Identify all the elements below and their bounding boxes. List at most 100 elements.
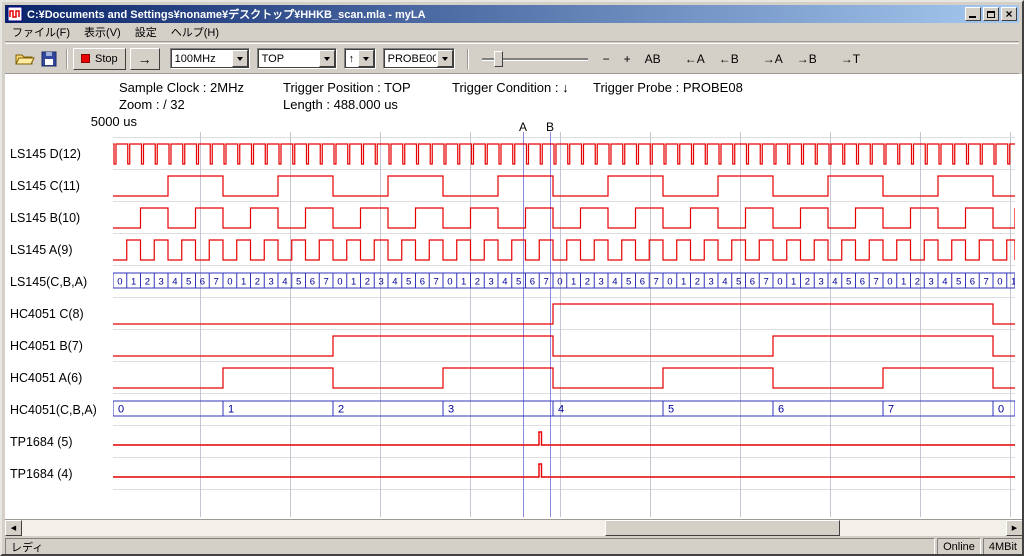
trigger-position-combo[interactable]: TOP — [257, 48, 337, 69]
chevron-down-icon[interactable] — [358, 50, 374, 67]
title-bar[interactable]: C:¥Documents and Settings¥noname¥デスクトップ¥… — [5, 5, 1019, 23]
save-button[interactable] — [37, 48, 61, 70]
zoom-in-button[interactable]: + — [619, 49, 636, 69]
svg-text:3: 3 — [158, 277, 163, 288]
svg-text:0: 0 — [117, 277, 122, 288]
svg-text:6: 6 — [860, 277, 865, 288]
channel-label[interactable]: LS145 D(12) — [10, 138, 110, 170]
svg-text:5: 5 — [956, 277, 961, 288]
svg-text:1: 1 — [791, 277, 796, 288]
scroll-left-button[interactable]: ◀ — [5, 520, 22, 536]
menu-bar: ファイル(F) 表示(V) 設定 ヘルプ(H) — [5, 23, 1019, 42]
svg-text:6: 6 — [310, 277, 315, 288]
channel-label[interactable]: LS145 A(9) — [10, 234, 110, 266]
svg-text:0: 0 — [887, 277, 892, 288]
svg-text:5: 5 — [296, 277, 301, 288]
channel-label[interactable]: HC4051(C,B,A) — [10, 394, 110, 426]
svg-text:3: 3 — [268, 277, 273, 288]
svg-text:3: 3 — [818, 277, 823, 288]
channel-label[interactable]: TP1684 (5) — [10, 426, 110, 458]
chevron-down-icon[interactable] — [437, 50, 453, 67]
toolbar-separator — [467, 49, 469, 69]
svg-text:6: 6 — [200, 277, 205, 288]
window-title: C:¥Documents and Settings¥noname¥デスクトップ¥… — [27, 6, 963, 22]
svg-text:7: 7 — [653, 277, 658, 288]
arrow-right-icon: ▶ — [1012, 524, 1017, 532]
menu-view[interactable]: 表示(V) — [77, 22, 128, 42]
svg-text:7: 7 — [433, 277, 438, 288]
svg-text:6: 6 — [778, 404, 784, 416]
sample-clock-combo[interactable]: 100MHz — [170, 48, 250, 69]
scroll-right-button[interactable]: ▶ — [1006, 520, 1023, 536]
sample-clock-info: Sample Clock : 2MHz — [119, 80, 244, 95]
svg-text:5: 5 — [736, 277, 741, 288]
trigger-probe-value: PROBE00 — [384, 53, 436, 65]
open-button[interactable] — [13, 48, 37, 70]
svg-text:0: 0 — [998, 404, 1004, 416]
svg-text:2: 2 — [585, 277, 590, 288]
app-icon[interactable] — [7, 6, 23, 22]
goto-trigger-button[interactable]: →T — [836, 49, 865, 69]
sample-clock-value: 100MHz — [171, 53, 231, 65]
minimize-icon — [969, 16, 976, 18]
stop-button[interactable]: Stop — [73, 48, 126, 70]
horizontal-scrollbar[interactable]: ◀ ▶ — [5, 519, 1023, 536]
ab-button[interactable]: AB — [640, 49, 666, 69]
svg-text:5: 5 — [406, 277, 411, 288]
channel-label[interactable]: HC4051 B(7) — [10, 330, 110, 362]
menu-help[interactable]: ヘルプ(H) — [164, 22, 226, 42]
svg-text:4: 4 — [502, 277, 507, 288]
svg-text:1: 1 — [901, 277, 906, 288]
zoom-slider[interactable] — [482, 49, 588, 69]
goto-marker-b-button[interactable]: ←B — [714, 49, 744, 69]
set-marker-b-button[interactable]: →B — [792, 49, 822, 69]
svg-text:0: 0 — [227, 277, 232, 288]
trigger-position-info: Trigger Position : TOP — [283, 80, 411, 95]
svg-text:5: 5 — [846, 277, 851, 288]
svg-text:6: 6 — [750, 277, 755, 288]
channel-label[interactable]: LS145 C(11) — [10, 170, 110, 202]
status-bar: レディ Online 4MBit — [5, 537, 1023, 555]
zoom-out-button[interactable]: − — [598, 49, 615, 69]
close-button[interactable]: × — [1001, 7, 1017, 21]
channel-label[interactable]: LS145 B(10) — [10, 202, 110, 234]
svg-text:2: 2 — [365, 277, 370, 288]
trigger-probe-combo[interactable]: PROBE00 — [383, 48, 455, 69]
close-icon: × — [1005, 9, 1012, 19]
svg-text:4: 4 — [722, 277, 727, 288]
svg-text:4: 4 — [612, 277, 617, 288]
run-button[interactable]: → — [130, 48, 160, 70]
trigger-condition-info: Trigger Condition : ↓ — [452, 80, 569, 95]
svg-text:7: 7 — [323, 277, 328, 288]
svg-text:2: 2 — [915, 277, 920, 288]
trigger-edge-value: ↑ — [345, 53, 357, 65]
scrollbar-thumb[interactable] — [605, 520, 840, 536]
svg-text:1: 1 — [228, 404, 234, 416]
svg-text:2: 2 — [145, 277, 150, 288]
channel-label[interactable]: LS145(C,B,A) — [10, 266, 110, 298]
channel-label[interactable]: HC4051 C(8) — [10, 298, 110, 330]
waveform-plot[interactable]: 0123456701234567012345670123456701234567… — [113, 132, 1015, 517]
status-message: レディ — [5, 538, 935, 555]
toolbar: Stop → 100MHz TOP ↑ PROBE00 − + AB — [5, 43, 1019, 74]
set-marker-a-button[interactable]: →A — [758, 49, 788, 69]
goto-marker-a-button[interactable]: ←A — [680, 49, 710, 69]
minimize-button[interactable] — [965, 7, 981, 21]
menu-file[interactable]: ファイル(F) — [5, 22, 77, 42]
svg-text:0: 0 — [777, 277, 782, 288]
chevron-down-icon[interactable] — [232, 50, 248, 67]
chevron-down-icon[interactable] — [319, 50, 335, 67]
trigger-position-value: TOP — [258, 53, 318, 65]
svg-text:0: 0 — [997, 277, 1002, 288]
channel-label[interactable]: TP1684 (4) — [10, 458, 110, 490]
svg-text:4: 4 — [282, 277, 287, 288]
zoom-slider-thumb[interactable] — [494, 51, 503, 67]
svg-text:0: 0 — [118, 404, 124, 416]
maximize-button[interactable] — [983, 7, 999, 21]
channel-label[interactable]: HC4051 A(6) — [10, 362, 110, 394]
svg-text:3: 3 — [378, 277, 383, 288]
trigger-edge-combo[interactable]: ↑ — [344, 48, 376, 69]
menu-settings[interactable]: 設定 — [128, 22, 164, 42]
run-arrow-icon: → — [138, 52, 152, 66]
zoom-info: Zoom : / 32 — [119, 97, 185, 112]
